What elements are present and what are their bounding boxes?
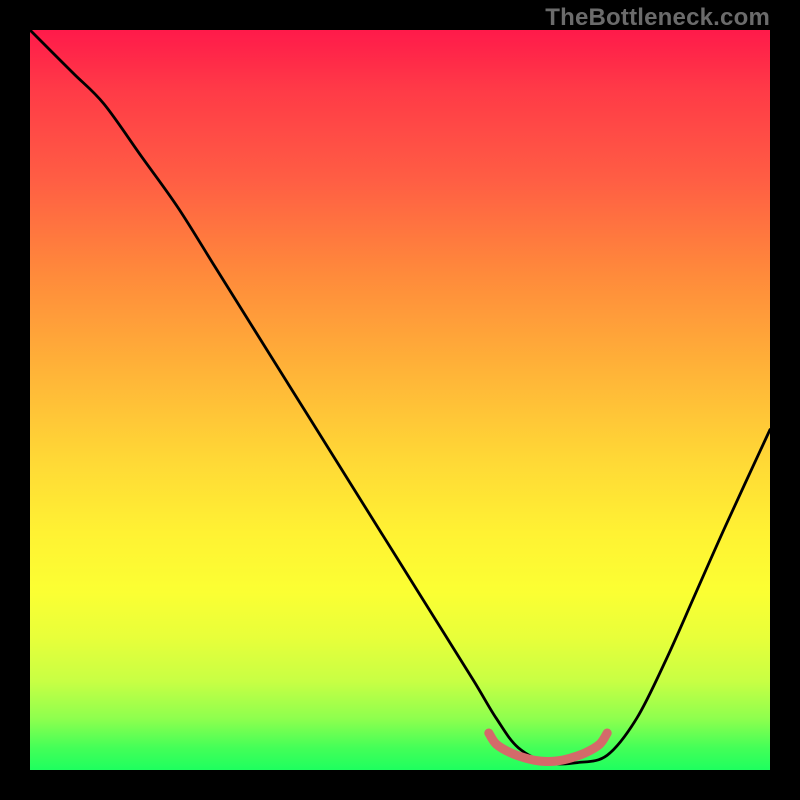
chart-frame: TheBottleneck.com xyxy=(0,0,800,800)
optimal-range-marker xyxy=(489,733,607,761)
chart-svg xyxy=(30,30,770,770)
watermark-text: TheBottleneck.com xyxy=(545,4,770,32)
plot-area xyxy=(30,30,770,770)
bottleneck-curve xyxy=(30,30,770,764)
